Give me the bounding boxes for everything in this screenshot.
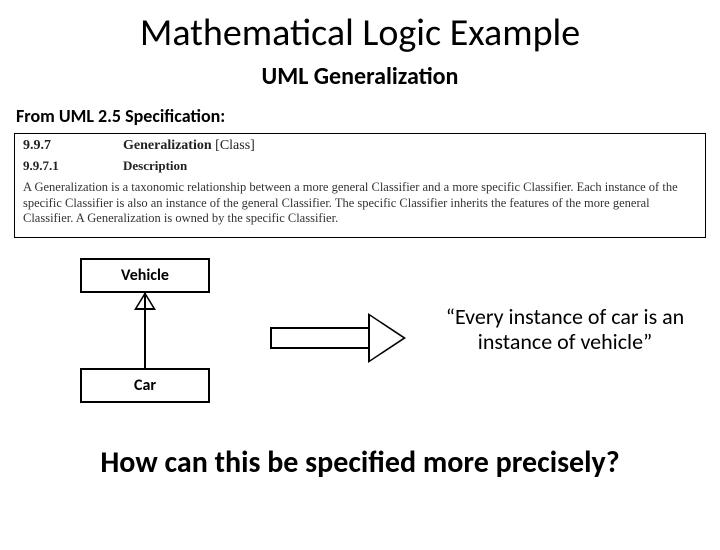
spec-heading-row: 9.9.7 Generalization [Class] (23, 138, 697, 154)
spec-section-number: 9.9.7 (23, 138, 83, 154)
implies-arrow-icon (270, 313, 410, 363)
spec-section-class: [Class] (215, 138, 255, 153)
spec-section-title: Generalization [Class] (123, 138, 255, 154)
semantics-quote: “Every instance of car is an instance of… (430, 304, 700, 355)
closing-question: How can this be specified more precisely… (0, 444, 720, 481)
slide-subtitle: UML Generalization (0, 62, 720, 91)
implies-arrow-head (368, 313, 406, 363)
uml-class-vehicle: Vehicle (80, 258, 210, 293)
spec-body-text: A Generalization is a taxonomic relation… (23, 180, 697, 227)
spec-excerpt-box: 9.9.7 Generalization [Class] 9.9.7.1 Des… (14, 133, 706, 238)
diagram-area: Vehicle Car “Every instance of car is an… (0, 238, 720, 438)
spec-subsection-number: 9.9.7.1 (23, 158, 83, 174)
spec-source-label: From UML 2.5 Specification: (16, 105, 720, 127)
implies-arrow-shaft (270, 327, 370, 349)
slide-title: Mathematical Logic Example (0, 10, 720, 56)
spec-subsection-title: Description (123, 158, 187, 174)
spec-subheading-row: 9.9.7.1 Description (23, 158, 697, 174)
generalization-line (144, 292, 146, 368)
spec-section-name: Generalization (123, 138, 212, 153)
uml-class-car: Car (80, 368, 210, 403)
